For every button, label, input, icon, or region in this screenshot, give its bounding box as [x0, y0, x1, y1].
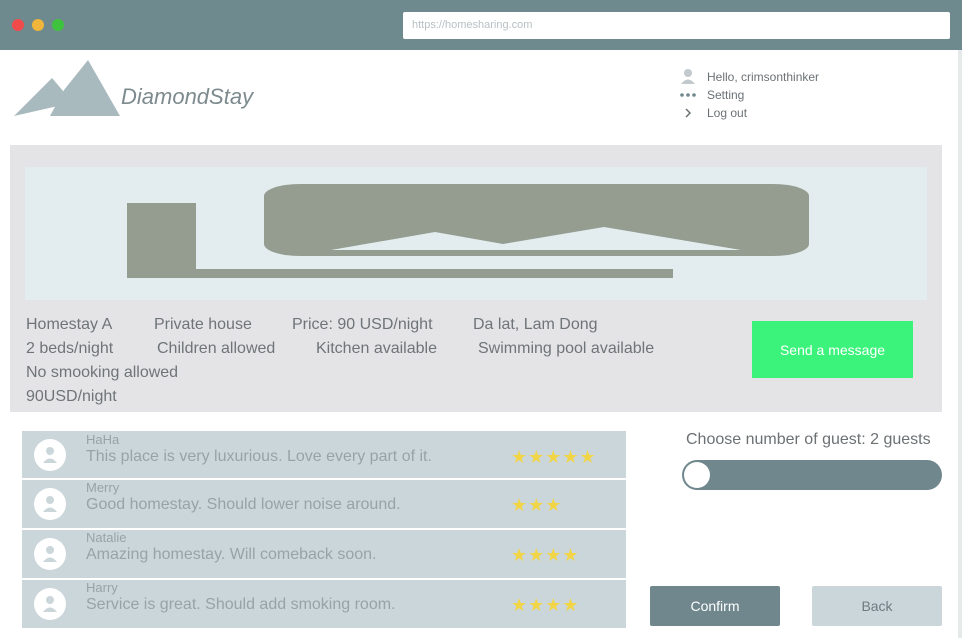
avatar: [34, 439, 66, 471]
confirm-button[interactable]: Confirm: [650, 586, 780, 626]
listing-nightly-rate: 90USD/night: [26, 388, 117, 405]
review-text: Service is great. Should add smoking roo…: [86, 596, 396, 613]
review-author: HaHa: [86, 432, 120, 447]
window-minimize-button[interactable]: [32, 19, 44, 31]
more-dots-icon: [678, 86, 698, 104]
review-item: Natalie Amazing homestay. Will comeback …: [22, 530, 626, 580]
review-item: Merry Good homestay. Should lower noise …: [22, 480, 626, 530]
star-rating: ★★★★★: [511, 447, 597, 467]
listing-smoking: No smooking allowed: [26, 364, 179, 381]
listing-price: Price: 90 USD/night: [292, 316, 433, 333]
listing-children: Children allowed: [157, 340, 276, 357]
star-rating: ★★★★: [511, 545, 580, 565]
listing-location: Da lat, Lam Dong: [473, 316, 598, 333]
star-rating: ★★★★: [511, 595, 580, 615]
settings-label: Setting: [707, 88, 745, 102]
listing-type: Private house: [154, 316, 252, 333]
back-button[interactable]: Back: [812, 586, 942, 626]
address-bar[interactable]: https://homesharing.com: [403, 12, 950, 39]
greeting-text: Hello, crimsonthinker: [707, 70, 820, 84]
mountain-logo-icon[interactable]: [14, 58, 122, 118]
review-text: This place is very luxurious. Love every…: [86, 448, 432, 465]
review-text: Amazing homestay. Will comeback soon.: [86, 546, 377, 563]
user-icon: [678, 68, 698, 86]
review-author: Merry: [86, 480, 120, 495]
user-icon: [43, 596, 57, 612]
avatar: [34, 588, 66, 620]
listing-pool: Swimming pool available: [478, 340, 655, 357]
listing-banner: [25, 167, 927, 300]
avatar: [34, 538, 66, 570]
listing-beds: 2 beds/night: [26, 340, 114, 357]
logout-label: Log out: [707, 106, 748, 120]
user-icon: [43, 447, 57, 463]
review-item: HaHa This place is very luxurious. Love …: [22, 431, 626, 480]
review-item: Harry Service is great. Should add smoki…: [22, 580, 626, 630]
window-edge: [958, 50, 962, 638]
listing-name: Homestay A: [26, 316, 113, 333]
window-maximize-button[interactable]: [52, 19, 64, 31]
chevron-right-icon: [678, 104, 698, 122]
guest-count-slider[interactable]: [682, 460, 942, 490]
star-rating: ★★★: [511, 495, 563, 515]
send-message-button[interactable]: Send a message: [752, 321, 913, 378]
review-author: Harry: [86, 580, 118, 595]
browser-titlebar: https://homesharing.com: [0, 0, 962, 50]
guest-count-label: Choose number of guest: 2 guests: [686, 431, 931, 448]
listing-kitchen: Kitchen available: [316, 340, 437, 357]
review-text: Good homestay. Should lower noise around…: [86, 496, 401, 513]
image-placeholder-icon: [127, 184, 809, 278]
slider-handle[interactable]: [684, 462, 710, 488]
user-icon: [43, 496, 57, 512]
review-author: Natalie: [86, 530, 127, 545]
avatar: [34, 488, 66, 520]
window-close-button[interactable]: [12, 19, 24, 31]
user-icon: [43, 546, 57, 562]
brand-name[interactable]: DiamondStay: [121, 84, 253, 110]
